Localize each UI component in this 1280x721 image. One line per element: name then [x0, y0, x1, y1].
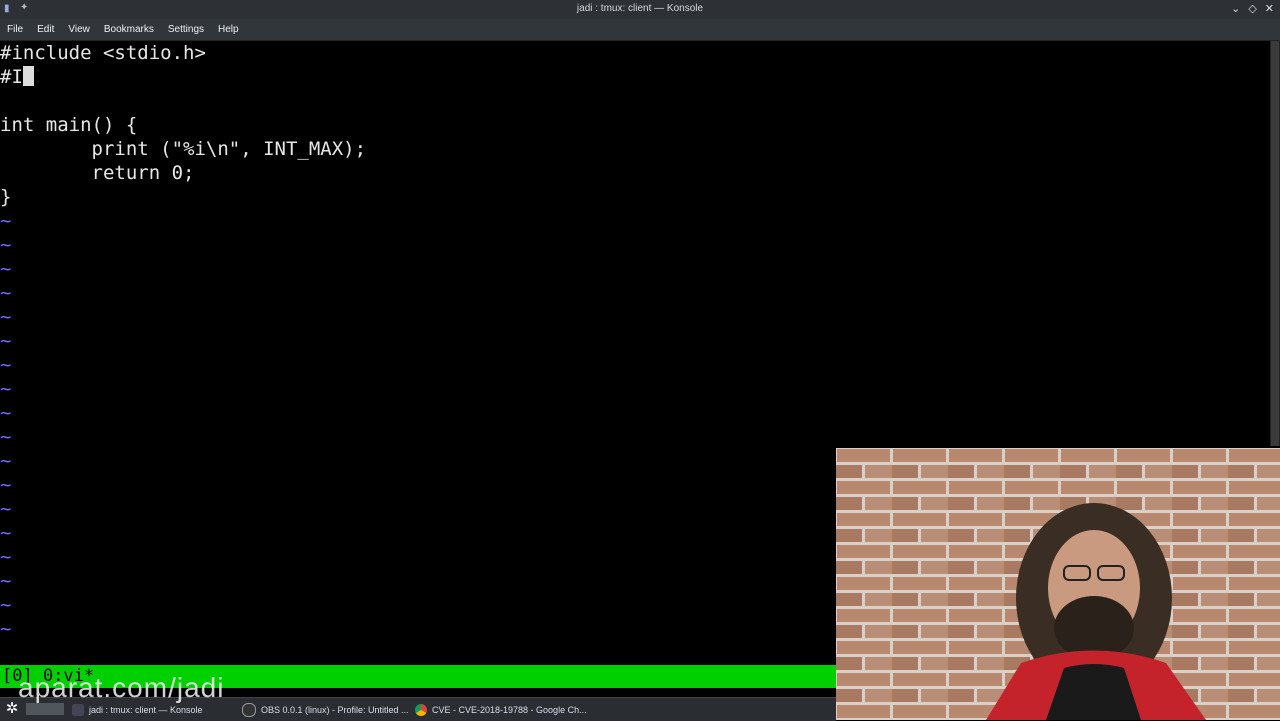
code-line-2-text: #I	[0, 66, 23, 88]
window-titlebar: ▮ ✦ jadi : tmux: client — Konsole ⌄ ◇ ✕	[0, 0, 1280, 19]
menu-view[interactable]: View	[61, 24, 97, 35]
empty-line-marker: ~	[0, 450, 12, 472]
code-line-4: int main() {	[0, 114, 138, 136]
empty-line-marker: ~	[0, 570, 12, 592]
chrome-icon	[415, 703, 427, 716]
menu-edit[interactable]: Edit	[30, 24, 61, 35]
empty-line-marker: ~	[0, 594, 12, 616]
minimize-icon[interactable]: ⌄	[1231, 2, 1240, 15]
empty-line-marker: ~	[0, 618, 12, 640]
empty-line-marker: ~	[0, 426, 12, 448]
desktop-pager[interactable]	[26, 703, 64, 715]
window-title: jadi : tmux: client — Konsole	[576, 3, 704, 14]
empty-line-marker: ~	[0, 402, 12, 424]
empty-line-marker: ~	[0, 378, 12, 400]
code-line-1: #include <stdio.h>	[0, 42, 206, 64]
empty-line-marker: ~	[0, 210, 12, 232]
code-line-7: }	[0, 186, 12, 208]
terminal-scrollbar[interactable]	[1270, 41, 1280, 446]
webcam-frame	[836, 448, 1280, 720]
taskbar-item-chrome-label: CVE - CVE-2018-19788 - Google Ch...	[432, 704, 587, 715]
watermark-text: aparat.com/jadi	[18, 672, 225, 703]
empty-line-marker: ~	[0, 498, 12, 520]
empty-line-marker: ~	[0, 474, 12, 496]
taskbar-item-obs[interactable]: OBS 0.0.1 (linux) - Profile: Untitled ..…	[242, 701, 409, 718]
taskbar-item-konsole-label: jadi : tmux: client — Konsole	[89, 704, 203, 715]
empty-line-marker: ~	[0, 258, 12, 280]
menu-bookmarks[interactable]: Bookmarks	[97, 24, 161, 35]
taskbar-item-obs-label: OBS 0.0.1 (linux) - Profile: Untitled ..…	[261, 704, 409, 715]
empty-line-marker: ~	[0, 522, 12, 544]
code-line-5: print ("%i\n", INT_MAX);	[0, 138, 367, 160]
obs-icon	[242, 702, 256, 717]
window-controls: ⌄ ◇ ✕	[1231, 2, 1274, 15]
close-icon[interactable]: ✕	[1265, 2, 1274, 15]
terminal-icon	[72, 703, 84, 716]
menu-settings[interactable]: Settings	[161, 24, 211, 35]
webcam-video	[836, 448, 1280, 720]
empty-line-marker: ~	[0, 354, 12, 376]
code-line-2: #I	[0, 65, 34, 89]
menu-bar: File Edit View Bookmarks Settings Help	[0, 19, 1280, 41]
empty-line-marker: ~	[0, 282, 12, 304]
scrollbar-thumb[interactable]	[1271, 41, 1279, 446]
empty-line-marker: ~	[0, 546, 12, 568]
empty-line-marker: ~	[0, 306, 12, 328]
menu-help[interactable]: Help	[211, 24, 246, 35]
text-cursor	[22, 66, 34, 86]
code-line-6: return 0;	[0, 162, 195, 184]
empty-line-marker: ~	[0, 330, 12, 352]
empty-line-marker: ~	[0, 234, 12, 256]
taskbar-item-chrome[interactable]: CVE - CVE-2018-19788 - Google Ch...	[415, 701, 587, 718]
menu-file[interactable]: File	[0, 24, 30, 35]
maximize-icon[interactable]: ◇	[1248, 2, 1256, 15]
